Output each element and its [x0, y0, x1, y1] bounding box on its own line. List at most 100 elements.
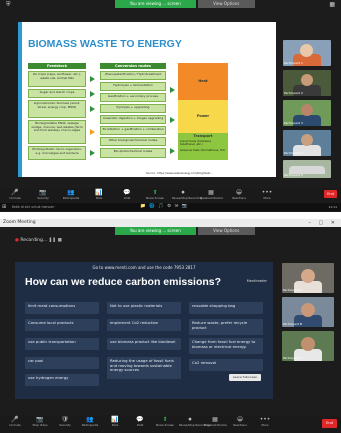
- participant-head: [301, 337, 315, 351]
- conversion-item: Torrefaction + gasification + combustion: [100, 126, 166, 135]
- breakout-rooms-button[interactable]: ▦ Breakout Rooms: [200, 189, 223, 200]
- polls-button[interactable]: 📊 Polls: [104, 416, 126, 427]
- participant-video[interactable]: Participant B: [282, 297, 334, 327]
- more-button[interactable]: ••• More: [256, 189, 278, 200]
- response-card: Reduce waste, prefer recycle product: [189, 319, 263, 335]
- participant-name: Participant 2: [284, 91, 303, 95]
- toolbar-label: Breakout Rooms: [200, 196, 223, 200]
- transport-label: Transport: [193, 134, 213, 138]
- response-card: reusable shopping bag: [189, 302, 263, 314]
- windows-start-icon[interactable]: ⊞: [2, 204, 6, 210]
- response-card: limit meat consumptions: [25, 302, 99, 314]
- security-button[interactable]: 🛡 Security: [54, 416, 76, 427]
- share-screen-button[interactable]: ⬆ Share Screen: [144, 189, 166, 200]
- unmute-button[interactable]: 🎤 Unmute: [4, 416, 26, 427]
- toolbar-label: Participants: [81, 423, 99, 427]
- people-icon: 👥: [86, 416, 94, 423]
- product-power: Power: [178, 100, 228, 133]
- taskbar-search-field[interactable]: Ketik di sini untuk mencari: [12, 204, 54, 210]
- slide-accent-bar: [18, 22, 22, 177]
- response-card: Reducing the usage of fossil fuels and m…: [107, 357, 181, 379]
- toolbar-label: Reactions: [233, 423, 247, 427]
- participant-video[interactable]: Participant 2: [283, 70, 331, 96]
- toolbar-label: Share Screen: [155, 423, 175, 427]
- unmute-button[interactable]: 🎤 Unmute: [4, 189, 26, 200]
- arrow-right-icon: [90, 129, 95, 135]
- breakout-rooms-button[interactable]: ▦ Breakout Rooms: [204, 416, 227, 427]
- zoom-window-slide-biomass: You are viewing ... screen View Options …: [0, 0, 341, 212]
- participant-video[interactable]: Participant 1: [283, 40, 331, 66]
- participant-video[interactable]: Participant 3: [283, 100, 331, 126]
- shared-slide: BIOMASS WASTE TO ENERGY Feedstock Conver…: [18, 22, 276, 177]
- transport-liquid-fuels: Liquid fuels (biodiesel, bioethanol, etc…: [180, 139, 212, 147]
- toolbar-label: Pause/Stop Recording: [172, 196, 203, 200]
- response-card: car pool: [25, 357, 99, 369]
- window-controls-icon[interactable]: – ▢ ✕: [308, 219, 338, 227]
- participant-video[interactable]: Participant 5: [283, 160, 331, 178]
- security-button[interactable]: 📷 Security: [32, 189, 54, 200]
- window-title: Zoom Meeting: [3, 220, 36, 225]
- participants-button[interactable]: 👥 Participants: [60, 189, 82, 200]
- toolbar-label: Unmute: [9, 423, 21, 427]
- participant-video[interactable]: Participant C: [282, 331, 334, 361]
- view-options-button[interactable]: View Options: [197, 227, 255, 235]
- record-icon: ⏺: [188, 416, 192, 423]
- participant-name: Participant A: [283, 288, 303, 292]
- recording-controls-icon[interactable]: ❚❚ ■: [49, 238, 62, 243]
- recording-button[interactable]: ⏺ Pause/Stop Recording: [172, 189, 203, 200]
- share-screen-button[interactable]: ⬆ Share Screen: [154, 416, 176, 427]
- breakout-icon: ▦: [208, 189, 214, 196]
- recording-button[interactable]: ⏺ Pause/Stop Recording: [179, 416, 210, 427]
- microphone-icon: 🎤: [11, 416, 19, 423]
- conversion-item: Other biological/chemical routes: [100, 137, 166, 146]
- menti-question: How can we reduce carbon emissions?: [25, 276, 222, 288]
- conversion-item: Anaerobic digestion + biogas upgrading: [100, 115, 166, 124]
- conversion-item: Pyrolysis + upgrading: [100, 104, 166, 113]
- leave-fullscreen-button[interactable]: Leave fullscreen: [229, 374, 261, 381]
- breakout-icon: ▦: [212, 416, 218, 423]
- participant-head: [301, 303, 315, 317]
- toolbar-label: Polls: [95, 196, 103, 200]
- participants-button[interactable]: 👥 Participants: [79, 416, 101, 427]
- toolbar-label: More: [263, 196, 271, 200]
- participant-head: [300, 44, 313, 57]
- reactions-button[interactable]: 😀 Reactions: [229, 416, 251, 427]
- end-meeting-button[interactable]: End: [324, 190, 337, 198]
- more-button[interactable]: ••• More: [254, 416, 276, 427]
- participant-head: [301, 74, 313, 86]
- slide-title: BIOMASS WASTE TO ENERGY: [28, 38, 182, 50]
- end-meeting-button[interactable]: End: [322, 419, 337, 428]
- chat-button[interactable]: 💬 Chat: [116, 189, 138, 200]
- chat-icon: 💬: [123, 189, 131, 196]
- view-options-button[interactable]: View Options: [197, 0, 255, 8]
- response-card: use biomass product like biodiesel: [107, 338, 181, 350]
- arrow-right-icon: [90, 150, 95, 156]
- smiley-icon: 😀: [235, 189, 243, 196]
- share-screen-icon: ⬆: [152, 189, 158, 196]
- polls-button[interactable]: 📊 Polls: [88, 189, 110, 200]
- response-card: Change from fossil fuel energy to biomas…: [189, 338, 263, 354]
- grid-view-icon[interactable]: ▦: [329, 2, 335, 8]
- share-screen-icon: ⬆: [162, 416, 168, 423]
- transport-gaseous-fuels: Gaseous fuels (biomethane, H2): [180, 147, 226, 152]
- window-titlebar: Zoom Meeting – ▢ ✕: [0, 219, 341, 227]
- more-icon: •••: [259, 416, 271, 423]
- camera-icon: 📷: [36, 416, 44, 423]
- arrow-right-icon: [170, 148, 175, 154]
- mentimeter-logo: Mentimeter: [246, 279, 267, 283]
- response-card: implement Co2 reduction: [107, 319, 181, 331]
- reactions-button[interactable]: 😀 Reactions: [228, 189, 250, 200]
- slide-source-text: Source : https://www.ieabioenergy.com/bl…: [146, 172, 213, 175]
- participant-video[interactable]: Participant A: [282, 263, 334, 293]
- taskbar-apps[interactable]: 📁 🌐 🎵 ⚙ ✉ 📷: [140, 204, 188, 210]
- chat-button[interactable]: 💬 Chat: [129, 416, 151, 427]
- response-card: Co2 removal: [189, 359, 263, 371]
- smiley-icon: 😀: [236, 416, 244, 423]
- toolbar-label: Pause/Stop Recording: [179, 423, 210, 427]
- shield-icon[interactable]: ⛨: [6, 2, 11, 8]
- arrow-right-icon: [170, 87, 175, 93]
- stop-video-button[interactable]: 📷 Stop Video: [29, 416, 51, 427]
- participant-video[interactable]: Participant 4: [283, 130, 331, 156]
- share-status-label: You are viewing ... screen: [115, 227, 196, 235]
- toolbar-label: More: [261, 423, 269, 427]
